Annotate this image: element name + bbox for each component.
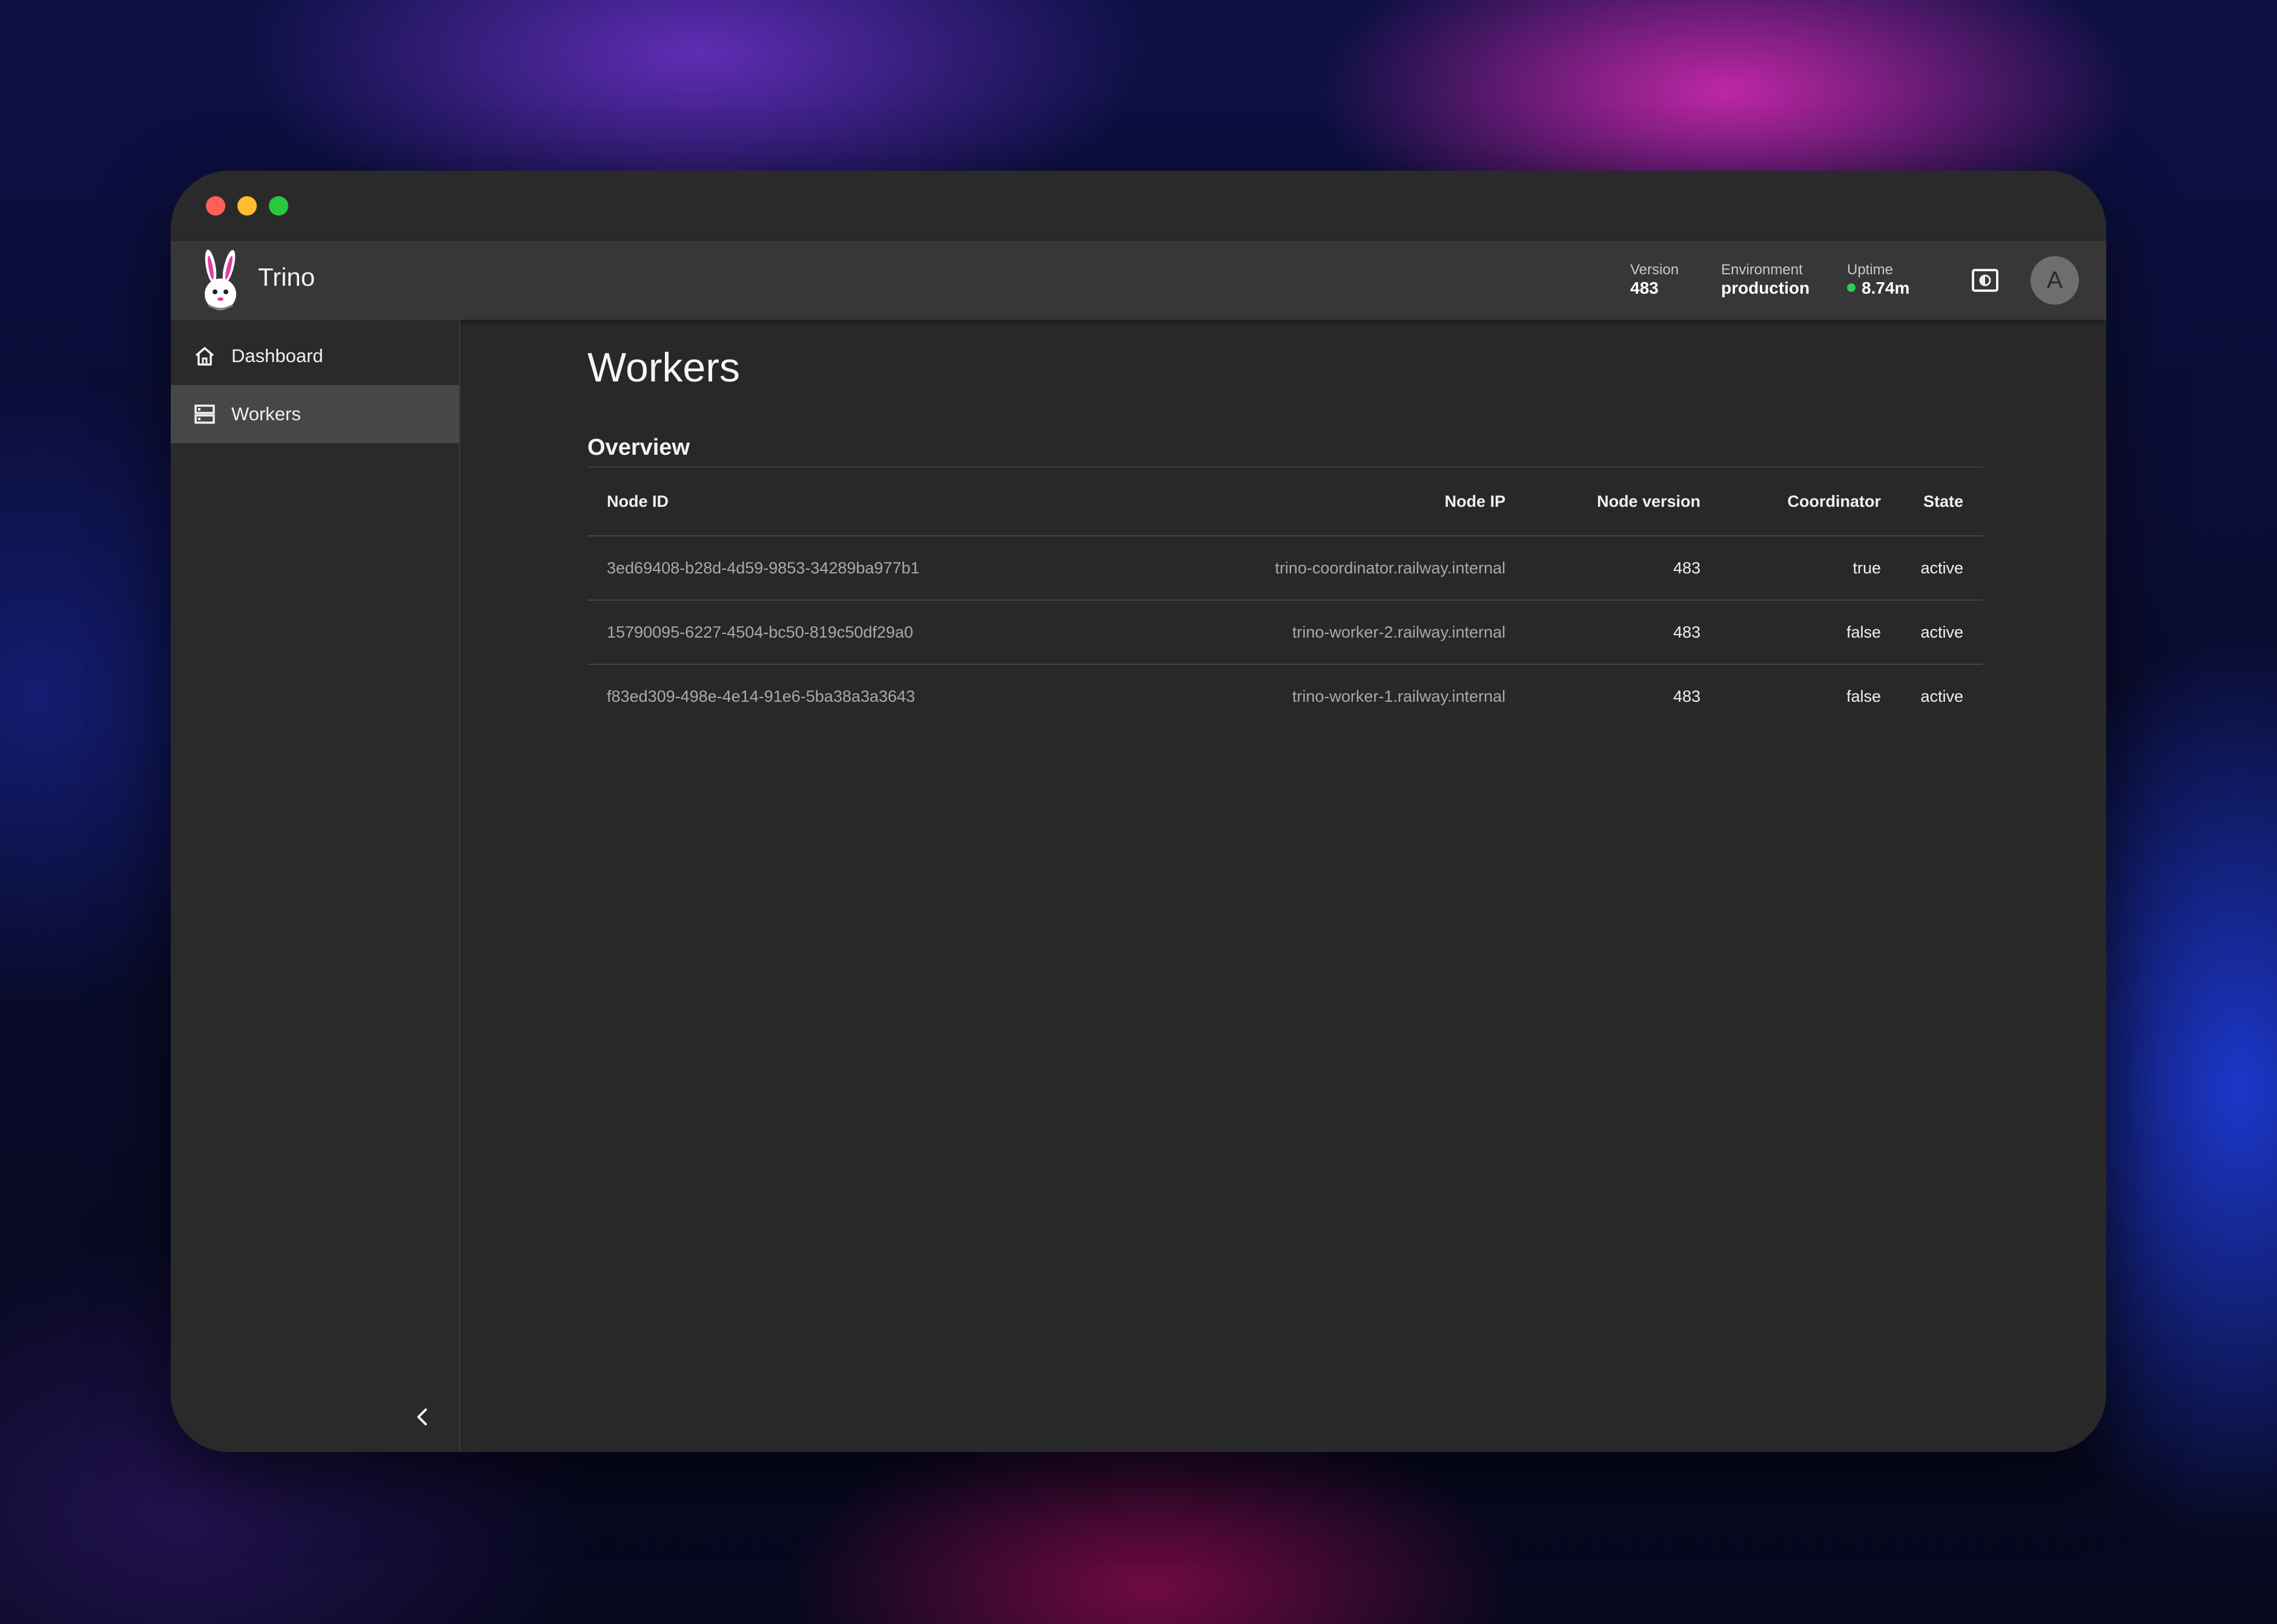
cell-coordinator: false xyxy=(1846,687,1881,705)
chevron-left-icon[interactable] xyxy=(409,1404,436,1430)
uptime-stat: Uptime 8.74m xyxy=(1847,262,1909,298)
page-title: Workers xyxy=(587,345,740,391)
column-header-node-id[interactable]: Node ID xyxy=(587,467,1099,536)
table-row: 3ed69408-b28d-4d59-9853-34289ba977b1 tri… xyxy=(587,536,1983,601)
app-window: Trino Version 483 Environment production… xyxy=(171,171,2106,1452)
environment-value: production xyxy=(1721,278,1810,297)
column-header-state[interactable]: State xyxy=(1900,467,1983,536)
uptime-status-dot-icon xyxy=(1847,283,1856,292)
cell-coordinator: false xyxy=(1720,600,1900,665)
contrast-icon xyxy=(1972,269,1998,292)
table-row: 15790095-6227-4504-bc50-819c50df29a0 tri… xyxy=(587,600,1983,665)
user-avatar-button[interactable]: A xyxy=(2031,256,2079,305)
environment-stat: Environment production xyxy=(1721,262,1809,298)
cell-state: active xyxy=(1900,600,1983,665)
version-stat: Version 483 xyxy=(1630,262,1679,298)
server-icon xyxy=(194,404,215,424)
close-window-button[interactable] xyxy=(206,196,225,216)
minimize-window-button[interactable] xyxy=(237,196,257,216)
sidebar-item-label: Dashboard xyxy=(231,345,323,366)
cell-node-id: 3ed69408-b28d-4d59-9853-34289ba977b1 xyxy=(587,536,1099,601)
column-header-node-version[interactable]: Node version xyxy=(1525,467,1720,536)
maximize-window-button[interactable] xyxy=(269,196,288,216)
cell-node-ip: trino-worker-2.railway.internal xyxy=(1099,600,1525,665)
cell-coordinator: true xyxy=(1720,536,1900,601)
home-icon xyxy=(195,347,214,366)
cell-node-id: f83ed309-498e-4e14-91e6-5ba38a3a3643 xyxy=(607,687,915,705)
sidebar-item-label: Workers xyxy=(231,403,301,424)
brand-name: Trino xyxy=(258,263,316,291)
sidebar: Dashboard Workers xyxy=(171,320,460,1452)
cell-state: active xyxy=(1920,687,1963,705)
table-header-row: Node ID Node IP Node version Coordinator… xyxy=(587,467,1983,536)
cell-node-ip: trino-worker-1.railway.internal xyxy=(1292,687,1505,705)
column-header-node-ip[interactable]: Node IP xyxy=(1099,467,1525,536)
sidebar-item-dashboard[interactable]: Dashboard xyxy=(171,327,459,385)
column-header-coordinator[interactable]: Coordinator xyxy=(1720,467,1900,536)
app-header: Trino Version 483 Environment production… xyxy=(171,241,2106,320)
cell-node-version: 483 xyxy=(1525,536,1720,601)
trino-bunny-logo-icon xyxy=(205,249,236,310)
environment-label: Environment xyxy=(1721,262,1803,278)
section-title: Overview xyxy=(587,435,690,460)
uptime-label: Uptime xyxy=(1847,262,1894,278)
uptime-value: 8.74m xyxy=(1862,278,1910,297)
cell-node-version: 483 xyxy=(1673,687,1700,705)
cell-node-ip: trino-coordinator.railway.internal xyxy=(1099,536,1525,601)
workers-table: Node ID Node IP Node version Coordinator… xyxy=(587,466,1983,728)
theme-toggle-button[interactable] xyxy=(1968,263,2002,297)
avatar-initial: A xyxy=(2046,266,2063,294)
table-row: f83ed309-498e-4e14-91e6-5ba38a3a3643 tri… xyxy=(587,664,1983,728)
main-content: Workers Overview Node ID Node IP Node ve… xyxy=(460,320,2106,1452)
sidebar-item-workers[interactable]: Workers xyxy=(171,385,459,443)
cell-node-id: 15790095-6227-4504-bc50-819c50df29a0 xyxy=(587,600,1099,665)
window-titlebar xyxy=(171,171,2106,241)
cell-state: active xyxy=(1900,536,1983,601)
version-label: Version xyxy=(1630,262,1679,278)
version-value: 483 xyxy=(1630,278,1659,297)
uptime-value-wrap: 8.74m xyxy=(1847,279,1909,298)
cell-node-version: 483 xyxy=(1525,600,1720,665)
